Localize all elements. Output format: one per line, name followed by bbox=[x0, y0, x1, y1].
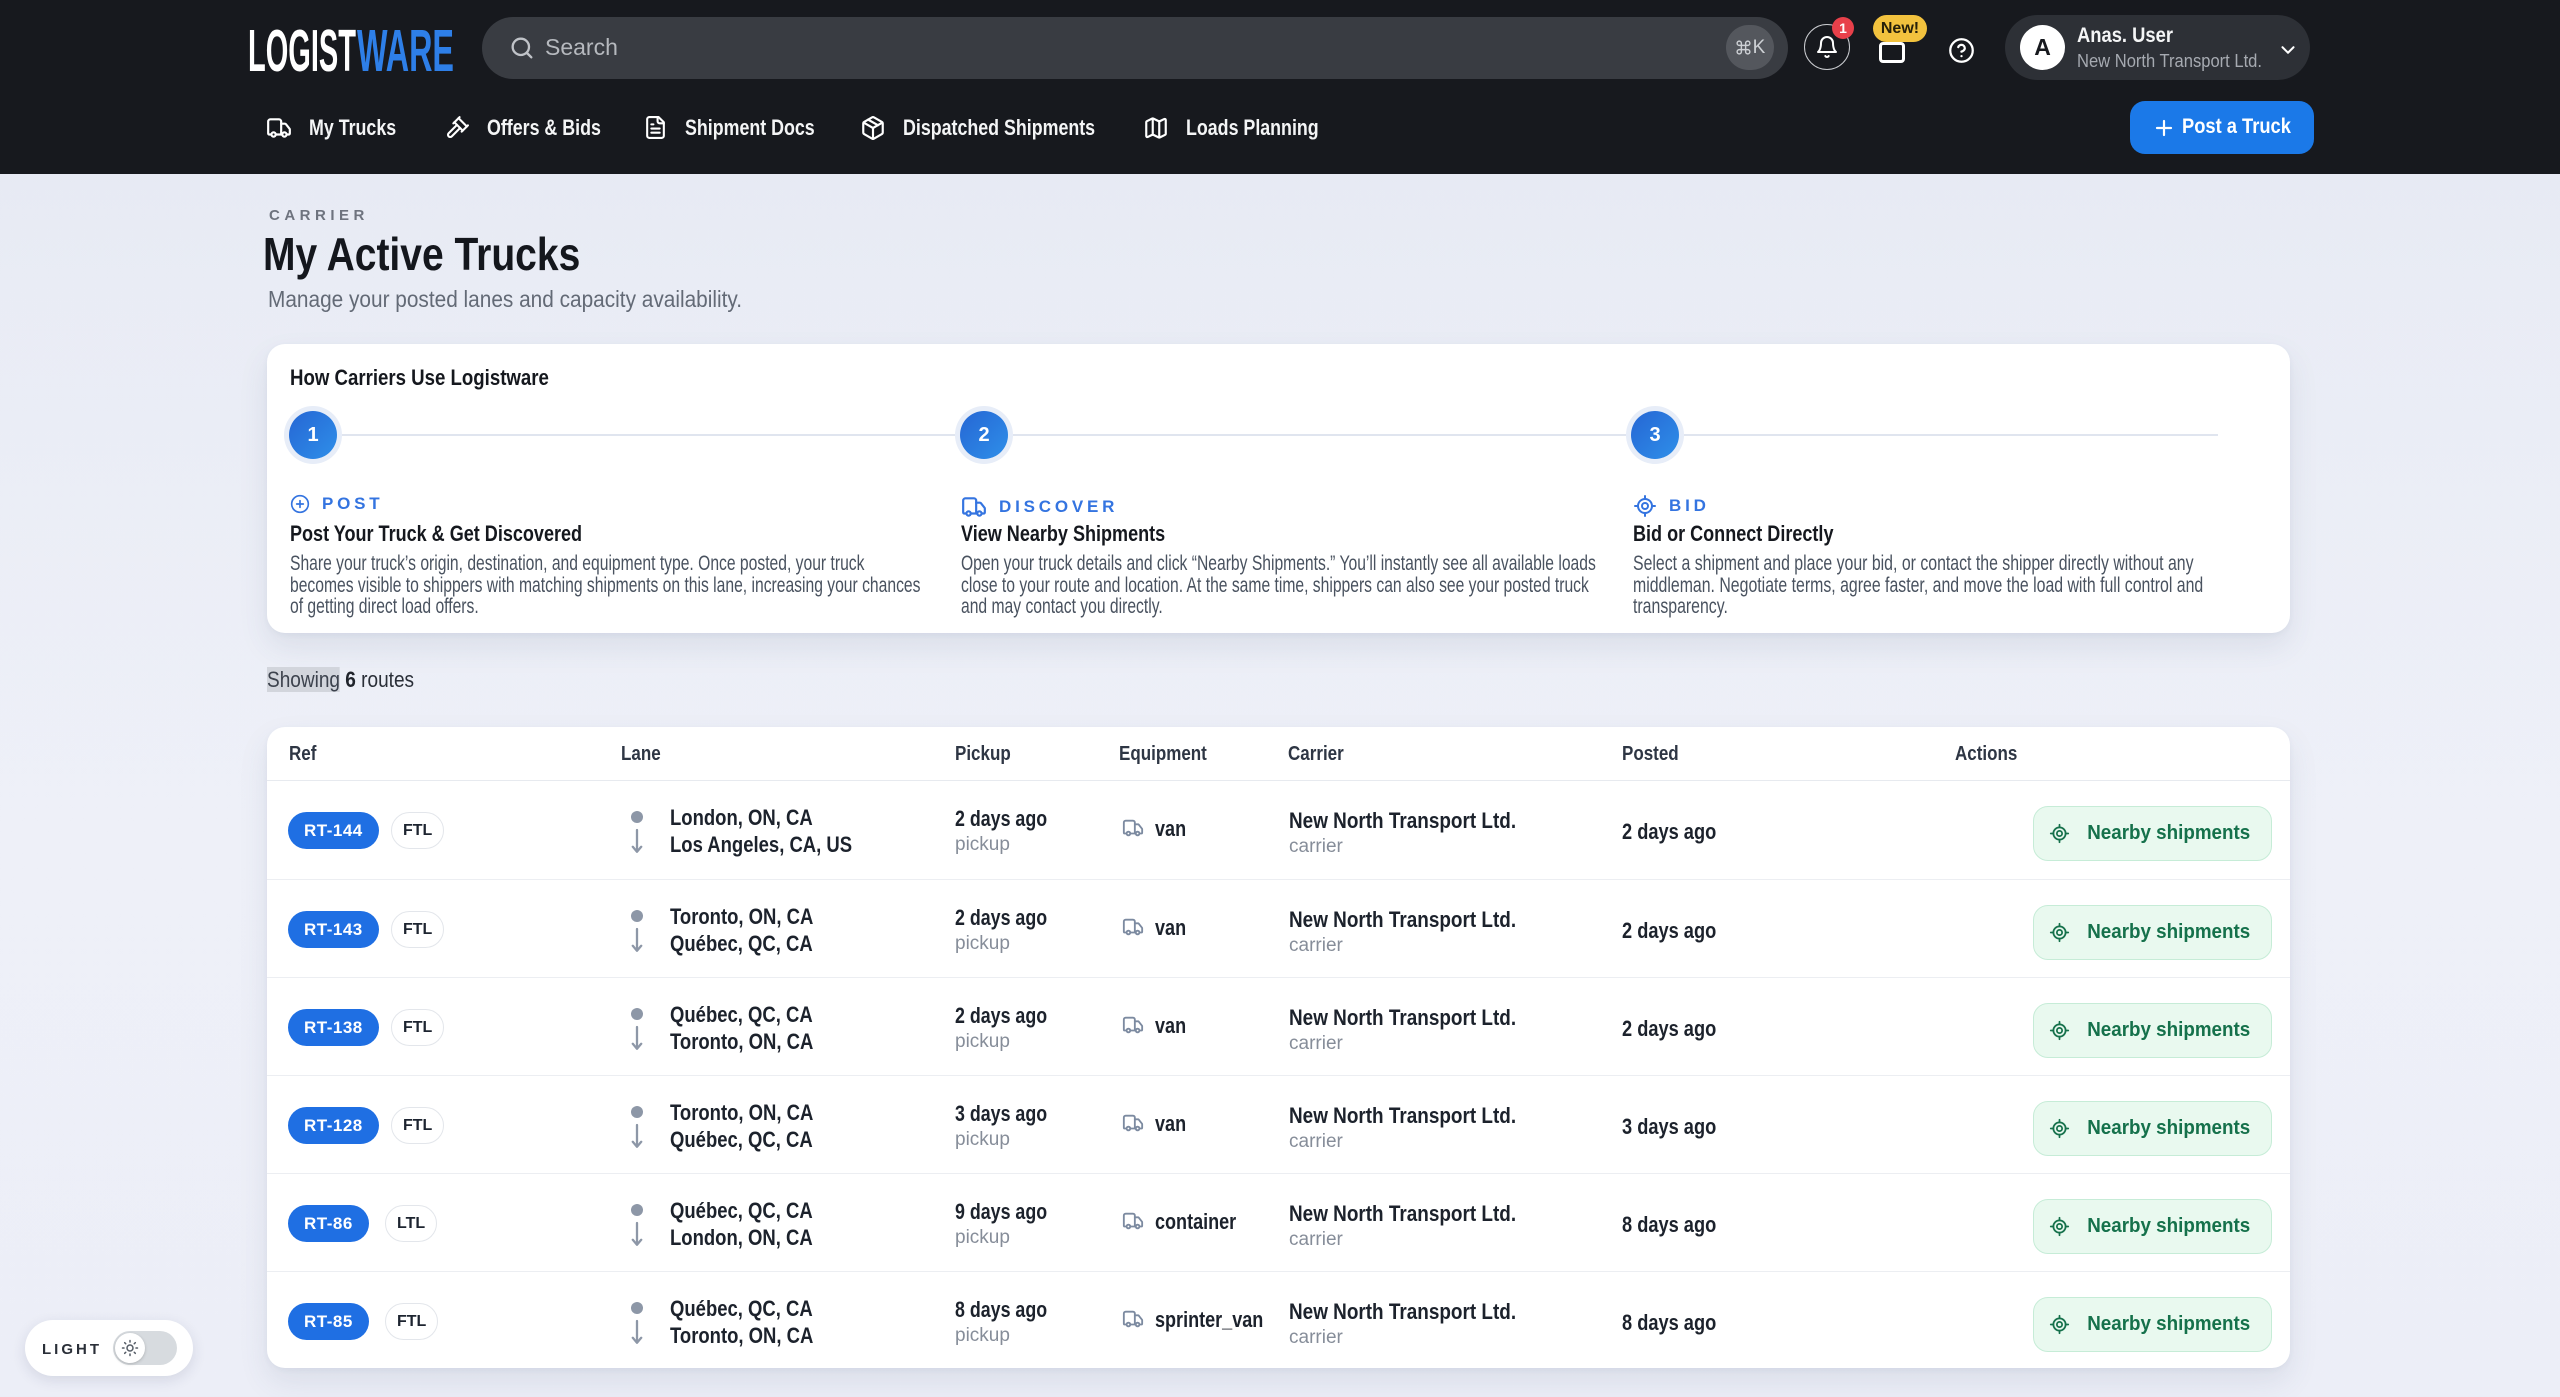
svg-text:LOGIST: LOGIST bbox=[248, 24, 356, 74]
svg-text:WARE: WARE bbox=[357, 24, 454, 74]
